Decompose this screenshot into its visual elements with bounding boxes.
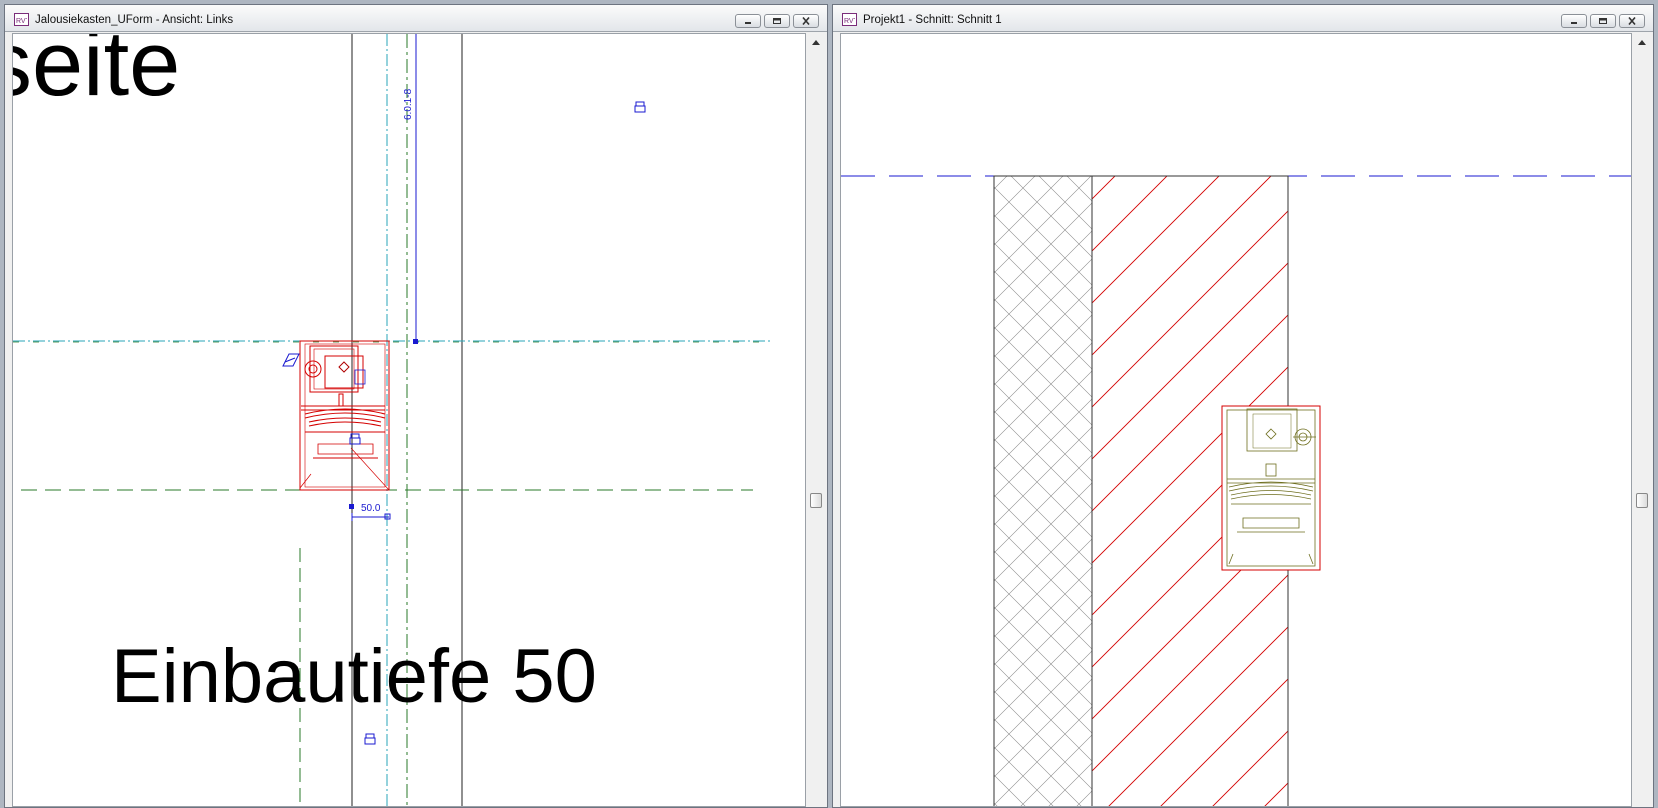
restore-button[interactable] [1590,14,1616,28]
dimension-horizontal[interactable]: 50.0 [349,503,391,521]
family-editor-window[interactable]: RVT Jalousiekasten_UForm - Ansicht: Link… [4,4,828,808]
minimize-button[interactable] [1561,14,1587,28]
svg-text:50.0: 50.0 [361,503,381,514]
scroll-up-arrow-icon [1638,40,1646,45]
lock-icon[interactable] [364,733,376,745]
vertical-scrollbar[interactable] [807,33,825,807]
shutter-box-detail[interactable] [299,340,390,491]
depth-label-text: Einbautiefe 50 [111,634,597,719]
title-bar[interactable]: RVT Jalousiekasten_UForm - Ansicht: Link… [5,5,827,32]
scroll-thumb[interactable] [810,493,822,508]
dim-grip[interactable] [413,339,418,344]
app-icon: RVT [842,13,857,26]
window-title: Jalousiekasten_UForm - Ansicht: Links [35,14,234,26]
partial-heading-text: seite [13,33,181,115]
restore-icon [1599,18,1607,24]
flip-control-icon[interactable] [282,353,300,367]
restore-button[interactable] [764,14,790,28]
drawing-canvas[interactable] [840,33,1632,807]
svg-text:RVT: RVT [16,18,27,24]
close-icon [802,17,810,25]
minimize-icon [745,22,751,24]
title-bar[interactable]: RVT Projekt1 - Schnitt: Schnitt 1 [833,5,1653,32]
drawing-canvas[interactable]: 6.0.1-8 50.0 eite Einbautiefe 50 [12,33,806,807]
scroll-thumb[interactable] [1636,493,1648,508]
minimize-button[interactable] [735,14,761,28]
dimension-vertical-label[interactable]: 6.0.1-8 [403,88,414,120]
vertical-scrollbar[interactable] [1633,33,1651,807]
close-button[interactable] [1619,14,1645,28]
scroll-up-button[interactable] [1633,33,1651,51]
scroll-up-button[interactable] [807,33,825,51]
minimize-icon [1571,22,1577,24]
insulation-layer [993,175,1093,806]
restore-icon [773,18,781,24]
scroll-up-arrow-icon [812,40,820,45]
svg-text:RVT: RVT [844,18,855,24]
lock-icon[interactable] [634,101,646,113]
section-view-window[interactable]: RVT Projekt1 - Schnitt: Schnitt 1 [832,4,1654,808]
close-button[interactable] [793,14,819,28]
close-icon [1628,17,1636,25]
shutter-box-section[interactable] [1221,405,1321,571]
app-icon: RVT [14,13,29,26]
window-title: Projekt1 - Schnitt: Schnitt 1 [863,14,1002,26]
